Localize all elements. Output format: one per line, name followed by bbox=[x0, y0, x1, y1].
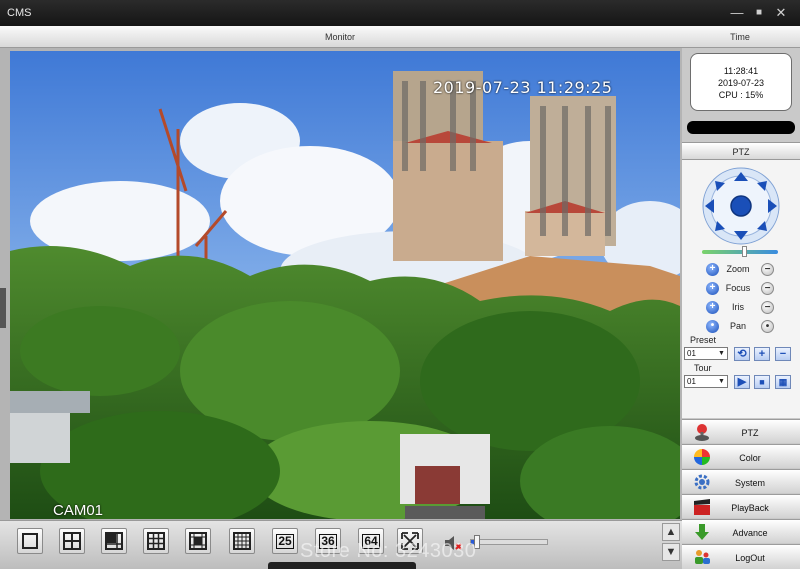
gear-icon bbox=[694, 474, 710, 490]
ptz-speed-knob[interactable] bbox=[741, 246, 747, 257]
focus-out-button[interactable]: − bbox=[761, 282, 774, 295]
iris-row: + Iris − bbox=[682, 300, 800, 316]
ptz-panel: + Zoom − + Focus − + Iris − • Pan • Pres… bbox=[682, 160, 800, 418]
focus-row: + Focus − bbox=[682, 281, 800, 297]
tour-play-button[interactable]: ▶ bbox=[734, 375, 750, 389]
layout-9-button[interactable] bbox=[143, 528, 169, 554]
nine-view-icon bbox=[147, 532, 165, 550]
osd-timestamp: 2019-07-23 11:29:25 bbox=[433, 78, 613, 97]
zoom-out-button[interactable]: − bbox=[761, 263, 774, 276]
thirteen-view-icon bbox=[189, 532, 207, 550]
scroll-down-button[interactable]: ▼ bbox=[662, 543, 680, 561]
zoom-label: Zoom bbox=[726, 264, 750, 274]
menu-advance[interactable]: Advance bbox=[682, 519, 800, 543]
focus-label: Focus bbox=[725, 283, 751, 293]
osd-camera-label: CAM01 bbox=[53, 502, 104, 519]
tour-select-value: 01 bbox=[687, 377, 696, 386]
tour-grid-button[interactable]: ▦ bbox=[775, 375, 791, 389]
minimize-button[interactable]: — bbox=[729, 5, 745, 21]
menu-playback[interactable]: PlayBack bbox=[682, 494, 800, 518]
cms-window: CMS — ■ ✕ Monitor Time 2019-07-23 11:29:… bbox=[0, 0, 800, 569]
clock-panel: 11:28:41 2019-07-23 CPU : 15% bbox=[690, 53, 792, 111]
preset-select[interactable]: 01 ▼ bbox=[684, 347, 728, 360]
window-title: CMS bbox=[7, 7, 32, 19]
store-watermark: Store No: 3243030 bbox=[300, 540, 477, 562]
menu-logout[interactable]: LogOut bbox=[682, 544, 800, 569]
layout-1-button[interactable] bbox=[17, 528, 43, 554]
layout-4-button[interactable] bbox=[59, 528, 85, 554]
menu-ptz-label: PTZ bbox=[741, 428, 759, 438]
tour-stop-button[interactable]: ■ bbox=[754, 375, 770, 389]
iris-close-button[interactable]: − bbox=[761, 301, 774, 314]
menu-ptz[interactable]: PTZ bbox=[682, 419, 800, 443]
time-heading: Time bbox=[730, 32, 750, 42]
cpu-usage: CPU : 15% bbox=[718, 90, 764, 100]
maximize-button[interactable]: ■ bbox=[751, 5, 767, 21]
ptz-panel-title: PTZ bbox=[682, 142, 800, 160]
tour-select[interactable]: 01 ▼ bbox=[684, 375, 728, 388]
scroll-up-button[interactable]: ▲ bbox=[662, 523, 680, 541]
status-bar bbox=[687, 121, 795, 134]
menu-logout-label: LogOut bbox=[735, 553, 765, 563]
layout-25-button[interactable]: 25 bbox=[272, 528, 298, 554]
header-strip: Monitor Time bbox=[0, 26, 800, 48]
menu-advance-label: Advance bbox=[732, 528, 768, 538]
close-button[interactable]: ✕ bbox=[773, 5, 789, 21]
chevron-down-icon: ▼ bbox=[718, 378, 725, 385]
tour-label: Tour bbox=[694, 363, 712, 373]
joystick-icon bbox=[695, 424, 709, 441]
camera-video-feed[interactable]: 2019-07-23 11:29:25 CAM01 bbox=[10, 51, 680, 519]
layout-25-label: 25 bbox=[276, 534, 294, 549]
clock-time: 11:28:41 bbox=[723, 66, 759, 76]
menu-color[interactable]: Color bbox=[682, 444, 800, 468]
sixteen-view-icon bbox=[233, 532, 251, 550]
zoom-row: + Zoom − bbox=[682, 262, 800, 278]
single-view-icon bbox=[22, 533, 38, 549]
preset-call-button[interactable]: ⟲ bbox=[734, 347, 750, 361]
preset-label: Preset bbox=[690, 335, 717, 345]
pan-row: • Pan • bbox=[682, 319, 800, 335]
title-bar: CMS — ■ ✕ bbox=[0, 0, 800, 26]
clock-date: 2019-07-23 bbox=[717, 78, 765, 88]
users-icon bbox=[695, 550, 710, 564]
ptz-speed-slider[interactable] bbox=[702, 246, 778, 257]
pan-stop-button[interactable]: • bbox=[761, 320, 774, 333]
color-wheel-icon bbox=[694, 449, 710, 465]
pan-label: Pan bbox=[729, 321, 746, 331]
menu-color-label: Color bbox=[739, 453, 761, 463]
preset-add-button[interactable]: + bbox=[754, 347, 770, 361]
preset-remove-button[interactable]: − bbox=[775, 347, 791, 361]
menu-system-label: System bbox=[734, 478, 765, 488]
chevron-down-icon: ▼ bbox=[718, 350, 725, 357]
layout-13-button[interactable] bbox=[185, 528, 211, 554]
six-view-icon bbox=[105, 532, 123, 550]
volume-slider[interactable] bbox=[470, 535, 548, 549]
monitor-heading: Monitor bbox=[324, 32, 355, 42]
clapperboard-icon bbox=[694, 499, 710, 515]
preset-select-value: 01 bbox=[687, 349, 696, 358]
menu-playback-label: PlayBack bbox=[731, 503, 769, 513]
menu-system[interactable]: System bbox=[682, 469, 800, 493]
iris-label: Iris bbox=[732, 302, 744, 312]
quad-view-icon bbox=[63, 532, 81, 550]
ptz-direction-pad[interactable] bbox=[698, 166, 784, 246]
video-frame-image bbox=[10, 51, 680, 519]
layout-6-button[interactable] bbox=[101, 528, 127, 554]
layout-16-button[interactable] bbox=[229, 528, 255, 554]
side-collapse-handle[interactable] bbox=[0, 288, 6, 328]
monitor-area: 2019-07-23 11:29:25 CAM01 bbox=[0, 48, 682, 569]
right-panel: 11:28:41 2019-07-23 CPU : 15% PTZ + Zoom… bbox=[682, 48, 800, 569]
bottom-drawer-tab[interactable] bbox=[268, 562, 416, 569]
down-arrow-icon bbox=[695, 524, 709, 540]
